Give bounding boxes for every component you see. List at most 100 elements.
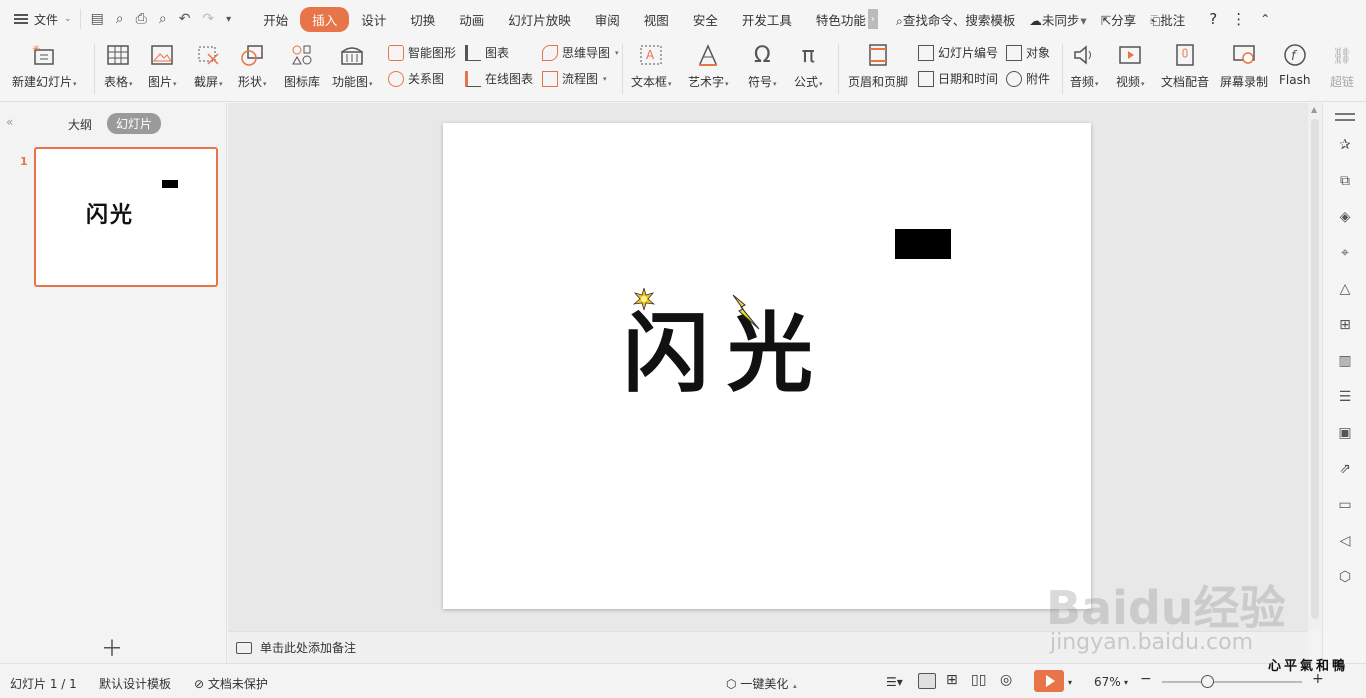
notes-toggle-icon[interactable]: ☰▾ — [886, 675, 903, 689]
notes-area[interactable]: 单击此处添加备注 — [228, 631, 1308, 663]
image-icon[interactable]: ▣ — [1335, 423, 1355, 443]
file-menu[interactable]: 文件 ⌄ — [0, 0, 80, 38]
presenter-icon[interactable]: ◎ — [1000, 672, 1012, 688]
picture-button[interactable]: 图片▾ — [148, 38, 177, 90]
tab-features[interactable]: 特色功能 — [804, 7, 868, 32]
play-slideshow-button[interactable] — [1034, 670, 1064, 692]
export-icon[interactable]: ⇗ — [1335, 459, 1355, 479]
zoom-options-icon[interactable]: ▾ — [1124, 678, 1128, 687]
grid-icon[interactable]: ⊞ — [1335, 315, 1355, 335]
zoom-level[interactable]: 67% — [1094, 675, 1121, 689]
header-footer-button[interactable]: 页眉和页脚 — [848, 38, 908, 90]
flash-button[interactable]: f Flash — [1279, 38, 1310, 87]
customize-icon[interactable]: ▾ — [226, 14, 231, 25]
function-chart-button[interactable]: 功能图▾ — [332, 38, 373, 90]
share-button[interactable]: ⇱分享 — [1101, 10, 1137, 29]
formula-button[interactable]: π 公式▾ — [794, 38, 823, 90]
relation-chart-button[interactable]: 关系图 — [388, 70, 444, 87]
comment-button[interactable]: ⎗批注 — [1150, 10, 1185, 29]
command-search[interactable]: ⌕查找命令、搜索模板 — [896, 10, 1016, 29]
tab-developer[interactable]: 开发工具 — [730, 7, 804, 32]
pin-icon[interactable]: ✰ — [1335, 135, 1355, 155]
table-button[interactable]: 表格▾ — [104, 38, 133, 90]
scroll-up-icon[interactable]: ▲ — [1311, 105, 1317, 114]
print-preview-icon[interactable]: ⌕ — [159, 11, 167, 27]
audio-button[interactable]: 音频▾ — [1070, 38, 1099, 90]
location-icon[interactable]: ⌖ — [1335, 243, 1355, 263]
tab-review[interactable]: 审阅 — [583, 7, 632, 32]
sidebar-menu-icon[interactable] — [1335, 113, 1355, 121]
hyperlink-button[interactable]: ⛓ 超链 — [1329, 38, 1355, 90]
smart-art-button[interactable]: 智能图形 — [388, 44, 456, 61]
video-button[interactable]: 视频▾ — [1116, 38, 1145, 90]
slide-number-button[interactable]: 幻灯片编号 — [918, 44, 998, 61]
new-slide-button[interactable]: ✳ 新建幻灯片▾ — [12, 38, 77, 90]
mind-map-button[interactable]: 思维导图 ▾ — [542, 44, 619, 61]
speaker-icon[interactable]: ◁ — [1335, 531, 1355, 551]
symbol-button[interactable]: Ω 符号▾ — [748, 38, 777, 90]
slide[interactable]: 闪光 — [443, 123, 1091, 609]
icon-library-button[interactable]: 图标库 — [284, 38, 320, 90]
help-icon[interactable]: ? — [1209, 10, 1217, 28]
shield-icon[interactable]: ⬡ — [1335, 567, 1355, 587]
tab-slides[interactable]: 幻灯片 — [107, 113, 162, 134]
zoom-slider-knob[interactable] — [1201, 675, 1214, 688]
sync-status[interactable]: ☁未同步▾ — [1029, 10, 1086, 29]
fill-icon[interactable]: △ — [1335, 279, 1355, 299]
design-template[interactable]: 默认设计模板 — [99, 675, 171, 692]
black-rectangle-shape[interactable] — [895, 229, 951, 259]
slides-panel: « 大纲 幻灯片 1 闪光 ＋ — [0, 103, 227, 663]
shape-style-icon[interactable]: ◈ — [1335, 207, 1355, 227]
tab-animation[interactable]: 动画 — [447, 7, 496, 32]
tab-transition[interactable]: 切换 — [398, 7, 447, 32]
undo-icon[interactable]: ↶ — [179, 11, 191, 27]
scrollbar-thumb[interactable] — [1311, 119, 1319, 619]
play-options-icon[interactable]: ▾ — [1068, 678, 1072, 687]
tab-design[interactable]: 设计 — [349, 7, 398, 32]
text-box-button[interactable]: A 文本框▾ — [631, 38, 672, 90]
settings-icon[interactable]: ☰ — [1335, 387, 1355, 407]
bar-chart-icon — [465, 44, 481, 61]
shape-button[interactable]: 形状▾ — [238, 38, 267, 90]
tab-outline[interactable]: 大纲 — [68, 116, 92, 133]
flow-chart-button[interactable]: 流程图 ▾ — [542, 70, 607, 87]
zoom-slider[interactable] — [1162, 681, 1302, 683]
sorter-view-icon[interactable]: ⊞ — [946, 672, 958, 688]
more-options-icon[interactable]: ⋮ — [1231, 10, 1246, 28]
normal-view-icon[interactable] — [918, 673, 936, 689]
caret-down-icon: ▾ — [725, 80, 729, 88]
reading-view-icon[interactable]: ▯▯ — [971, 672, 986, 688]
slide-number: 1 — [20, 155, 28, 168]
zoom-out-icon[interactable]: − — [1140, 671, 1152, 687]
attachment-button[interactable]: 附件 — [1006, 70, 1050, 87]
tabs-more-icon[interactable]: › — [867, 9, 878, 29]
chart-icon[interactable]: ▥ — [1335, 351, 1355, 371]
tab-insert[interactable]: 插入 — [300, 6, 350, 32]
chart-button[interactable]: 图表 — [465, 44, 509, 61]
doc-voice-button[interactable]: 文档配音 — [1161, 38, 1209, 90]
tab-view[interactable]: 视图 — [632, 7, 681, 32]
tab-security[interactable]: 安全 — [681, 7, 730, 32]
add-slide-icon[interactable]: ＋ — [101, 631, 123, 663]
screen-record-button[interactable]: 屏幕录制 — [1220, 38, 1268, 90]
collapse-panel-icon[interactable]: « — [6, 115, 13, 129]
document-protection[interactable]: ⊘ 文档未保护 — [194, 675, 268, 692]
date-time-button[interactable]: 日期和时间 — [918, 70, 998, 87]
beautify-button[interactable]: ⬡ 一键美化 ▴ — [726, 675, 797, 692]
vertical-scrollbar[interactable]: ▲ — [1308, 103, 1322, 631]
tab-home[interactable]: 开始 — [251, 7, 300, 32]
slide-thumbnail[interactable]: 闪光 — [34, 147, 218, 287]
save-icon[interactable]: ▤ — [91, 11, 104, 27]
collapse-ribbon-icon[interactable]: ⌃ — [1260, 12, 1270, 26]
online-chart-button[interactable]: 在线图表 — [465, 70, 533, 87]
redo-icon[interactable]: ↷ — [202, 11, 214, 27]
object-button[interactable]: 对象 — [1006, 44, 1050, 61]
print-icon[interactable]: ⎙ — [136, 11, 147, 27]
design-icon[interactable]: ⧉ — [1335, 171, 1355, 191]
word-art-button[interactable]: 艺术字▾ — [688, 38, 729, 90]
format-painter-icon[interactable]: ⌕ — [116, 11, 124, 27]
archive-icon[interactable]: ▭ — [1335, 495, 1355, 515]
screenshot-button[interactable]: 截屏▾ — [194, 38, 223, 90]
tab-slideshow[interactable]: 幻灯片放映 — [496, 7, 583, 32]
caret-down-icon: ▾ — [819, 80, 823, 88]
